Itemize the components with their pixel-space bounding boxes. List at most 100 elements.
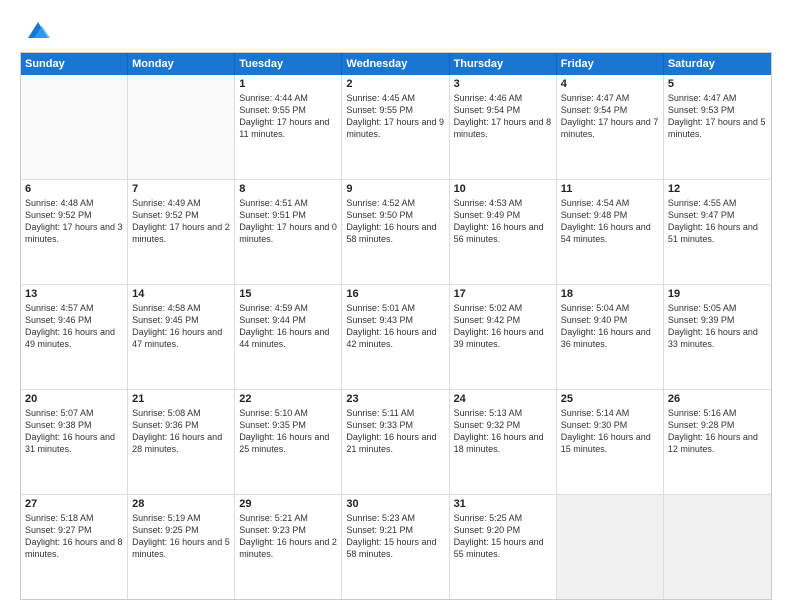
- cal-week: 6 Sunrise: 4:48 AM Sunset: 9:52 PM Daylig…: [21, 180, 771, 285]
- cell-content: Sunrise: 4:45 AM Sunset: 9:55 PM Dayligh…: [346, 92, 444, 141]
- day-number: 14: [132, 288, 230, 300]
- day-number: 23: [346, 393, 444, 405]
- cell-content: Sunrise: 5:16 AM Sunset: 9:28 PM Dayligh…: [668, 407, 767, 456]
- day-number: 13: [25, 288, 123, 300]
- day-number: 15: [239, 288, 337, 300]
- cal-cell: 11 Sunrise: 4:54 AM Sunset: 9:48 PM Dayli…: [557, 180, 664, 284]
- cell-content: Sunrise: 4:47 AM Sunset: 9:54 PM Dayligh…: [561, 92, 659, 141]
- cell-content: Sunrise: 5:19 AM Sunset: 9:25 PM Dayligh…: [132, 512, 230, 561]
- cal-cell: 13 Sunrise: 4:57 AM Sunset: 9:46 PM Dayli…: [21, 285, 128, 389]
- cell-content: Sunrise: 5:25 AM Sunset: 9:20 PM Dayligh…: [454, 512, 552, 561]
- page: SundayMondayTuesdayWednesdayThursdayFrid…: [0, 0, 792, 612]
- cal-cell: 6 Sunrise: 4:48 AM Sunset: 9:52 PM Daylig…: [21, 180, 128, 284]
- day-number: 9: [346, 183, 444, 195]
- cal-cell: [557, 495, 664, 599]
- day-number: 6: [25, 183, 123, 195]
- cell-content: Sunrise: 4:55 AM Sunset: 9:47 PM Dayligh…: [668, 197, 767, 246]
- day-number: 7: [132, 183, 230, 195]
- day-number: 4: [561, 78, 659, 90]
- cal-cell: 28 Sunrise: 5:19 AM Sunset: 9:25 PM Dayli…: [128, 495, 235, 599]
- day-number: 1: [239, 78, 337, 90]
- cal-cell: 24 Sunrise: 5:13 AM Sunset: 9:32 PM Dayli…: [450, 390, 557, 494]
- day-number: 18: [561, 288, 659, 300]
- cell-content: Sunrise: 5:02 AM Sunset: 9:42 PM Dayligh…: [454, 302, 552, 351]
- cal-cell: 17 Sunrise: 5:02 AM Sunset: 9:42 PM Dayli…: [450, 285, 557, 389]
- cal-week: 1 Sunrise: 4:44 AM Sunset: 9:55 PM Daylig…: [21, 75, 771, 180]
- cal-cell: 5 Sunrise: 4:47 AM Sunset: 9:53 PM Daylig…: [664, 75, 771, 179]
- cal-cell: 19 Sunrise: 5:05 AM Sunset: 9:39 PM Dayli…: [664, 285, 771, 389]
- day-number: 11: [561, 183, 659, 195]
- cell-content: Sunrise: 4:53 AM Sunset: 9:49 PM Dayligh…: [454, 197, 552, 246]
- cal-header-cell: Saturday: [664, 53, 771, 75]
- cell-content: Sunrise: 4:47 AM Sunset: 9:53 PM Dayligh…: [668, 92, 767, 141]
- cal-cell: 18 Sunrise: 5:04 AM Sunset: 9:40 PM Dayli…: [557, 285, 664, 389]
- cell-content: Sunrise: 5:18 AM Sunset: 9:27 PM Dayligh…: [25, 512, 123, 561]
- cal-cell: 27 Sunrise: 5:18 AM Sunset: 9:27 PM Dayli…: [21, 495, 128, 599]
- cell-content: Sunrise: 5:14 AM Sunset: 9:30 PM Dayligh…: [561, 407, 659, 456]
- cal-header-cell: Wednesday: [342, 53, 449, 75]
- cal-week: 13 Sunrise: 4:57 AM Sunset: 9:46 PM Dayli…: [21, 285, 771, 390]
- calendar-body: 1 Sunrise: 4:44 AM Sunset: 9:55 PM Daylig…: [21, 75, 771, 599]
- day-number: 21: [132, 393, 230, 405]
- cal-cell: 3Sunrise: 4:46 AM Sunset: 9:54 PM Daylig…: [450, 75, 557, 179]
- cal-cell: [664, 495, 771, 599]
- cal-week: 27 Sunrise: 5:18 AM Sunset: 9:27 PM Dayli…: [21, 495, 771, 599]
- day-number: 2: [346, 78, 444, 90]
- day-number: 10: [454, 183, 552, 195]
- day-number: 25: [561, 393, 659, 405]
- logo-icon: [24, 16, 52, 44]
- day-number: 20: [25, 393, 123, 405]
- day-number: 24: [454, 393, 552, 405]
- calendar: SundayMondayTuesdayWednesdayThursdayFrid…: [20, 52, 772, 600]
- day-number: 31: [454, 498, 552, 510]
- day-number: 30: [346, 498, 444, 510]
- cal-cell: [128, 75, 235, 179]
- day-number: 26: [668, 393, 767, 405]
- cell-content: Sunrise: 5:07 AM Sunset: 9:38 PM Dayligh…: [25, 407, 123, 456]
- day-number: 22: [239, 393, 337, 405]
- day-number: 28: [132, 498, 230, 510]
- cal-cell: 4 Sunrise: 4:47 AM Sunset: 9:54 PM Daylig…: [557, 75, 664, 179]
- cal-cell: 21Sunrise: 5:08 AM Sunset: 9:36 PM Dayli…: [128, 390, 235, 494]
- day-number: 5: [668, 78, 767, 90]
- cal-header-cell: Thursday: [450, 53, 557, 75]
- cell-content: Sunrise: 5:01 AM Sunset: 9:43 PM Dayligh…: [346, 302, 444, 351]
- cell-content: Sunrise: 4:44 AM Sunset: 9:55 PM Dayligh…: [239, 92, 337, 141]
- day-number: 29: [239, 498, 337, 510]
- cell-content: Sunrise: 5:21 AM Sunset: 9:23 PM Dayligh…: [239, 512, 337, 561]
- cal-cell: 29 Sunrise: 5:21 AM Sunset: 9:23 PM Dayli…: [235, 495, 342, 599]
- cal-header-cell: Tuesday: [235, 53, 342, 75]
- cal-week: 20 Sunrise: 5:07 AM Sunset: 9:38 PM Dayli…: [21, 390, 771, 495]
- logo: [20, 16, 52, 44]
- cal-cell: 16 Sunrise: 5:01 AM Sunset: 9:43 PM Dayli…: [342, 285, 449, 389]
- day-number: 16: [346, 288, 444, 300]
- cal-cell: 30Sunrise: 5:23 AM Sunset: 9:21 PM Dayli…: [342, 495, 449, 599]
- header: [20, 16, 772, 44]
- day-number: 3: [454, 78, 552, 90]
- cell-content: Sunrise: 4:57 AM Sunset: 9:46 PM Dayligh…: [25, 302, 123, 351]
- cell-content: Sunrise: 5:04 AM Sunset: 9:40 PM Dayligh…: [561, 302, 659, 351]
- calendar-header: SundayMondayTuesdayWednesdayThursdayFrid…: [21, 53, 771, 75]
- cal-cell: 20 Sunrise: 5:07 AM Sunset: 9:38 PM Dayli…: [21, 390, 128, 494]
- day-number: 19: [668, 288, 767, 300]
- cell-content: Sunrise: 4:58 AM Sunset: 9:45 PM Dayligh…: [132, 302, 230, 351]
- cell-content: Sunrise: 5:05 AM Sunset: 9:39 PM Dayligh…: [668, 302, 767, 351]
- cal-cell: 12 Sunrise: 4:55 AM Sunset: 9:47 PM Dayli…: [664, 180, 771, 284]
- cell-content: Sunrise: 4:51 AM Sunset: 9:51 PM Dayligh…: [239, 197, 337, 246]
- cell-content: Sunrise: 4:49 AM Sunset: 9:52 PM Dayligh…: [132, 197, 230, 246]
- day-number: 12: [668, 183, 767, 195]
- cal-cell: 9Sunrise: 4:52 AM Sunset: 9:50 PM Daylig…: [342, 180, 449, 284]
- day-number: 17: [454, 288, 552, 300]
- cal-cell: 31 Sunrise: 5:25 AM Sunset: 9:20 PM Dayli…: [450, 495, 557, 599]
- cal-cell: 10 Sunrise: 4:53 AM Sunset: 9:49 PM Dayli…: [450, 180, 557, 284]
- cal-header-cell: Monday: [128, 53, 235, 75]
- cell-content: Sunrise: 4:54 AM Sunset: 9:48 PM Dayligh…: [561, 197, 659, 246]
- cell-content: Sunrise: 5:13 AM Sunset: 9:32 PM Dayligh…: [454, 407, 552, 456]
- day-number: 27: [25, 498, 123, 510]
- cell-content: Sunrise: 5:11 AM Sunset: 9:33 PM Dayligh…: [346, 407, 444, 456]
- cal-cell: 1 Sunrise: 4:44 AM Sunset: 9:55 PM Daylig…: [235, 75, 342, 179]
- cal-cell: 15Sunrise: 4:59 AM Sunset: 9:44 PM Dayli…: [235, 285, 342, 389]
- cal-cell: 23 Sunrise: 5:11 AM Sunset: 9:33 PM Dayli…: [342, 390, 449, 494]
- cell-content: Sunrise: 4:48 AM Sunset: 9:52 PM Dayligh…: [25, 197, 123, 246]
- cal-header-cell: Sunday: [21, 53, 128, 75]
